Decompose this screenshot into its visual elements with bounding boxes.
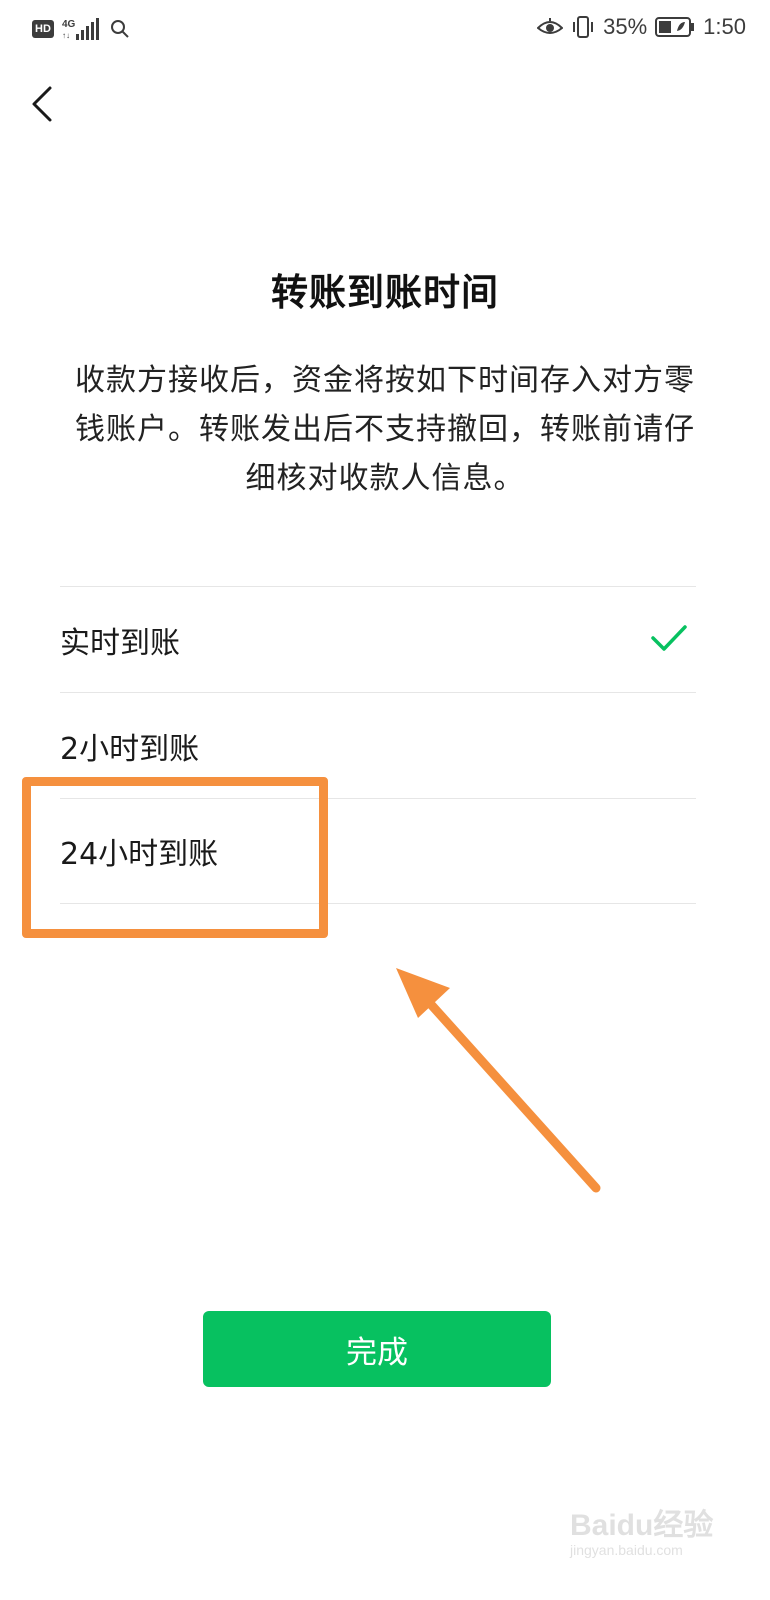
vibrate-icon <box>573 16 594 38</box>
hd-badge: HD <box>32 20 54 38</box>
option-label: 2小时到账 <box>60 731 200 767</box>
watermark: Baidu经验 jingyan.baidu.com <box>570 1498 730 1570</box>
signal-icon: 4G ↑↓ <box>62 18 99 40</box>
network-label: 4G <box>62 19 76 30</box>
option-label: 实时到账 <box>60 625 180 661</box>
clock: 1:50 <box>703 14 746 39</box>
battery-percent: 35% <box>603 14 648 39</box>
highlight-box <box>22 777 328 938</box>
description: 收款方接收后，资金将按如下时间存入对方零钱账户。转账发出后不支持撤回，转账前请仔… <box>75 363 695 496</box>
back-button[interactable] <box>22 82 62 126</box>
done-button[interactable]: 完成 <box>203 1311 551 1387</box>
option-realtime[interactable]: 实时到账 <box>60 586 696 692</box>
status-left: HD 4G ↑↓ <box>32 16 130 42</box>
battery-icon <box>655 17 695 37</box>
page-title: 转账到账时间 <box>271 271 499 314</box>
status-bar: HD 4G ↑↓ 35% 1:50 <box>0 0 770 62</box>
check-icon <box>651 625 687 651</box>
chevron-left-icon <box>32 86 52 122</box>
watermark-url: jingyan.baidu.com <box>570 1542 683 1558</box>
arrow-annotation <box>396 968 601 1193</box>
status-right: 35% 1:50 <box>537 14 746 40</box>
search-icon <box>111 20 129 38</box>
watermark-text: Baidu经验 <box>570 1509 714 1542</box>
eye-icon <box>537 18 564 34</box>
svg-text:↑↓: ↑↓ <box>62 31 70 40</box>
